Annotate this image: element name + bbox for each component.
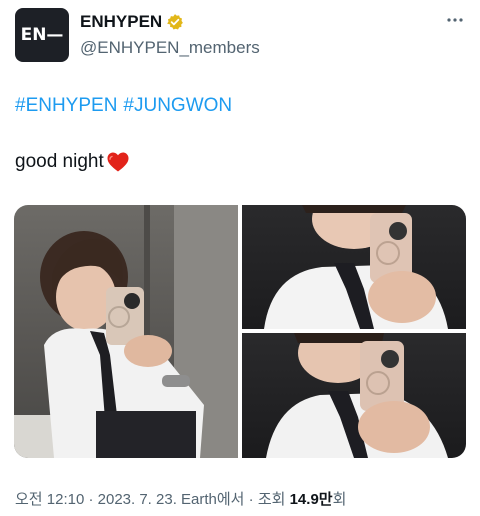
views-suffix: 회 <box>332 491 347 508</box>
photo-mirror-selfie-1[interactable] <box>14 205 238 458</box>
hashtag-jungwon[interactable]: #JUNGWON <box>123 95 232 116</box>
photo-mirror-selfie-2[interactable] <box>242 205 466 329</box>
display-name[interactable]: ENHYPEN <box>80 12 162 32</box>
avatar[interactable]: EN— <box>15 8 69 62</box>
red-heart-icon <box>106 151 130 173</box>
user-handle[interactable]: @ENHYPEN_members <box>80 38 260 58</box>
photo-mirror-selfie-3[interactable] <box>242 333 466 458</box>
timestamp-and-source[interactable]: 오전 12:10 · 2023. 7. 23. Earth에서 · 조회 <box>15 491 290 508</box>
media-grid <box>14 205 466 458</box>
avatar-logo-text: EN— <box>20 25 64 45</box>
hashtag-line: #ENHYPEN #JUNGWON <box>15 95 238 117</box>
verified-badge-icon[interactable] <box>166 13 184 31</box>
tweet-header: EN— ENHYPEN @ENHYPEN_members <box>15 6 465 66</box>
name-row: ENHYPEN <box>80 12 184 32</box>
views-count[interactable]: 14.9만 <box>290 491 333 508</box>
hashtag-enhypen[interactable]: #ENHYPEN <box>15 95 117 116</box>
tweet-body: good night <box>15 151 104 172</box>
more-dots-icon[interactable] <box>445 10 465 30</box>
tweet-metadata: 오전 12:10 · 2023. 7. 23. Earth에서 · 조회 14.… <box>15 488 346 509</box>
tweet-text: good night <box>15 151 130 173</box>
